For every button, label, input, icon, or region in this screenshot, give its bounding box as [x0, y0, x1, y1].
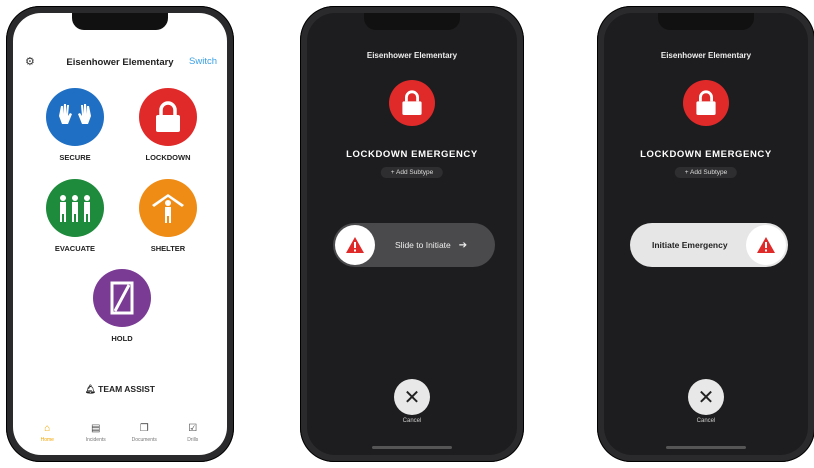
incidents-icon: ▤ [91, 423, 101, 434]
notch [658, 13, 754, 30]
phone-slide-to-initiate: Eisenhower Elementary LOCKDOWN EMERGENCY… [300, 6, 524, 462]
cancel-button[interactable]: ✕ [688, 379, 724, 415]
team-assist-label: TEAM ASSIST [98, 384, 155, 394]
home-indicator [666, 446, 746, 449]
school-name: Eisenhower Elementary [366, 51, 458, 60]
phone-home-screen: ⚙ Eisenhower Elementary Switch SECURE LO… [6, 6, 234, 462]
close-icon: ✕ [697, 386, 715, 409]
cancel-button[interactable]: ✕ [394, 379, 430, 415]
tab-home[interactable]: ⌂ Home [27, 423, 67, 443]
switch-school-link[interactable]: Switch [189, 56, 217, 67]
slider-knob[interactable] [335, 225, 375, 265]
tab-drills[interactable]: ☑ Drills [173, 423, 213, 443]
tab-incidents-label: Incidents [85, 437, 106, 443]
home-screen: ⚙ Eisenhower Elementary Switch SECURE LO… [13, 13, 227, 455]
warning-icon [757, 237, 775, 253]
arrow-right-icon: ➔ [458, 239, 468, 251]
confirm-screen: Eisenhower Elementary LOCKDOWN EMERGENCY… [307, 13, 517, 455]
lockdown-label: LOCKDOWN [145, 153, 191, 162]
slider-knob[interactable] [746, 225, 786, 265]
cancel-label: Cancel [696, 418, 716, 424]
slider-label: Initiate Emergency [652, 240, 728, 250]
lockdown-button[interactable]: LOCKDOWN [135, 88, 201, 162]
drills-calendar-icon: ☑ [188, 423, 198, 434]
door-icon [93, 269, 151, 327]
hold-button[interactable]: HOLD [89, 269, 155, 343]
bell-icon: 🔔︎ [85, 384, 99, 394]
notch [364, 13, 460, 30]
tab-drills-label: Drills [187, 437, 199, 443]
slide-to-initiate-slider[interactable]: Slide to Initiate ➔ [333, 223, 495, 267]
home-icon: ⌂ [44, 423, 51, 434]
evacuate-button[interactable]: EVACUATE [42, 179, 108, 253]
tab-home-label: Home [40, 437, 54, 443]
cancel-label: Cancel [402, 418, 422, 424]
add-subtype-button[interactable]: + Add Subtype [380, 167, 444, 178]
team-assist-button[interactable]: 🔔︎ TEAM ASSIST [13, 384, 227, 395]
people-evacuating-icon [46, 179, 104, 237]
tab-incidents[interactable]: ▤ Incidents [76, 423, 116, 443]
secure-button[interactable]: SECURE [42, 88, 108, 162]
documents-icon: ❐ [139, 423, 149, 434]
slider-label: Slide to Initiate [395, 240, 451, 250]
hold-label: HOLD [111, 334, 133, 343]
confirm-screen-completed: Eisenhower Elementary LOCKDOWN EMERGENCY… [604, 13, 808, 455]
initiate-emergency-slider[interactable]: Initiate Emergency [630, 223, 788, 267]
close-icon: ✕ [403, 386, 421, 409]
secure-label: SECURE [59, 153, 91, 162]
padlock-icon [683, 80, 729, 126]
evacuate-label: EVACUATE [54, 244, 96, 253]
raised-hands-icon [46, 88, 104, 146]
phone-initiate-emergency: Eisenhower Elementary LOCKDOWN EMERGENCY… [597, 6, 814, 462]
notch [72, 13, 168, 30]
add-subtype-button[interactable]: + Add Subtype [674, 167, 738, 178]
home-indicator [372, 446, 452, 449]
shelter-button[interactable]: SHELTER [135, 179, 201, 253]
padlock-icon [389, 80, 435, 126]
shelter-label: SHELTER [150, 244, 186, 253]
warning-icon [346, 237, 364, 253]
emergency-title: LOCKDOWN EMERGENCY [346, 149, 478, 160]
emergency-title: LOCKDOWN EMERGENCY [640, 149, 772, 160]
tab-documents[interactable]: ❐ Documents [124, 423, 164, 443]
school-name: Eisenhower Elementary [660, 51, 752, 60]
person-sheltering-icon [139, 179, 197, 237]
tab-documents-label: Documents [131, 437, 157, 443]
tab-bar: ⌂ Home ▤ Incidents ❐ Documents ☑ Drills [13, 423, 227, 443]
padlock-icon [139, 88, 197, 146]
